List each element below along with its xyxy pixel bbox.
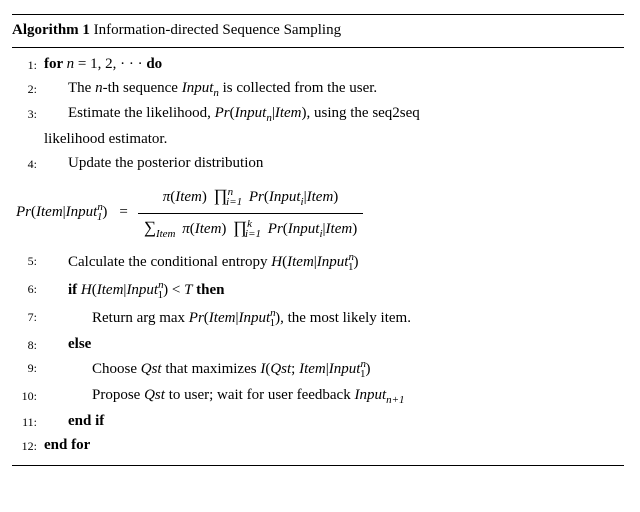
line-number: 12: xyxy=(12,435,44,455)
algo-line-5: 5: Calculate the conditional entropy H(I… xyxy=(12,249,624,277)
line-number: 1: xyxy=(12,54,44,74)
top-rule xyxy=(12,14,624,15)
algorithm-title: Algorithm 1 Information-directed Sequenc… xyxy=(12,17,624,45)
algo-line-4: 4: Update the posterior distribution xyxy=(12,152,624,176)
algo-line-7: 7: Return arg max Pr(Item|Inputn1), the … xyxy=(12,305,624,333)
line-number: 10: xyxy=(12,385,44,405)
line-number: 8: xyxy=(12,334,44,354)
algo-line-9: 9: Choose Qst that maximizes I(Qst; Item… xyxy=(12,356,624,384)
line-number: 9: xyxy=(12,357,44,377)
algorithm-number: Algorithm 1 xyxy=(12,22,90,38)
algorithm-name: Information-directed Sequence Sampling xyxy=(90,22,341,38)
line-number: 11: xyxy=(12,411,44,431)
line-number: 5: xyxy=(12,250,44,270)
posterior-formula: Pr(Item|Inputn1) = π(Item) ∏ni=1 Pr(Inpu… xyxy=(12,176,624,249)
algorithm-block: Algorithm 1 Information-directed Sequenc… xyxy=(12,14,624,466)
line-number: 2: xyxy=(12,78,44,98)
bottom-rule xyxy=(12,465,624,466)
fraction: π(Item) ∏ni=1 Pr(Inputi|Item) ∑Item π(It… xyxy=(138,184,363,243)
line-number: 3: xyxy=(12,103,44,123)
line-number: 4: xyxy=(12,153,44,173)
algo-line-1: 1: for n = 1, 2, · · · do xyxy=(12,53,624,77)
algo-line-12: 12: end for xyxy=(12,434,624,458)
algorithm-body: 1: for n = 1, 2, · · · do 2: The n-th se… xyxy=(12,50,624,463)
algo-line-3: 3: Estimate the likelihood, Pr(Inputn|It… xyxy=(12,102,624,152)
algo-line-11: 11: end if xyxy=(12,410,624,434)
algo-line-2: 2: The n-th sequence Inputn is collected… xyxy=(12,77,624,103)
algo-line-6: 6: if H(Item|Inputn1) < T then xyxy=(12,277,624,305)
line-number: 6: xyxy=(12,278,44,298)
algo-line-10: 10: Propose Qst to user; wait for user f… xyxy=(12,384,624,410)
algo-line-8: 8: else xyxy=(12,333,624,357)
line-number: 7: xyxy=(12,306,44,326)
mid-rule xyxy=(12,47,624,48)
